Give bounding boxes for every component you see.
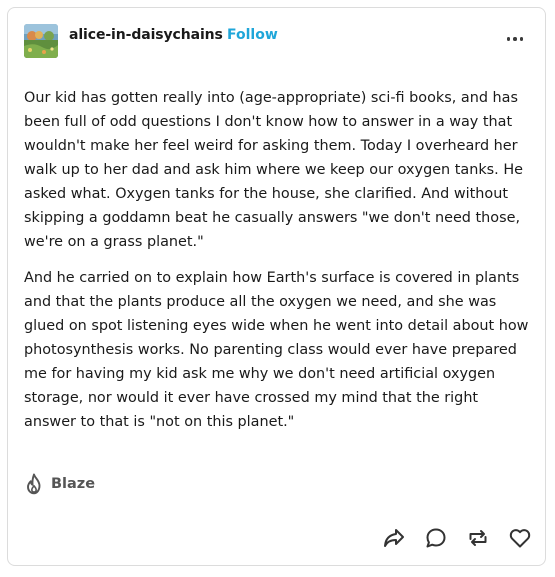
reblog-icon [469,530,487,546]
post-card: alice-in-daisychains Follow Our kid has … [7,7,546,566]
post-header: alice-in-daisychains Follow [24,24,529,60]
avatar-image [24,24,58,58]
reblog-button[interactable] [465,525,491,551]
author-name[interactable]: alice-in-daisychains [69,27,223,43]
flame-icon [27,473,41,495]
avatar[interactable] [24,24,58,58]
blaze-label: Blaze [51,476,96,492]
post-body: Our kid has gotten really into (age-appr… [24,86,529,446]
blaze-button[interactable]: Blaze [24,473,95,495]
follow-button[interactable]: Follow [227,27,278,43]
share-icon [384,529,404,547]
reply-button[interactable] [423,525,449,551]
like-button[interactable] [507,525,533,551]
post-paragraph: Our kid has gotten really into (age-appr… [24,90,523,250]
heart-icon [509,529,531,548]
reply-icon [426,528,446,548]
post-paragraph: And he carried on to explain how Earth's… [24,270,529,430]
post-actions [365,525,533,551]
share-button[interactable] [381,525,407,551]
more-options-icon[interactable] [501,28,529,50]
